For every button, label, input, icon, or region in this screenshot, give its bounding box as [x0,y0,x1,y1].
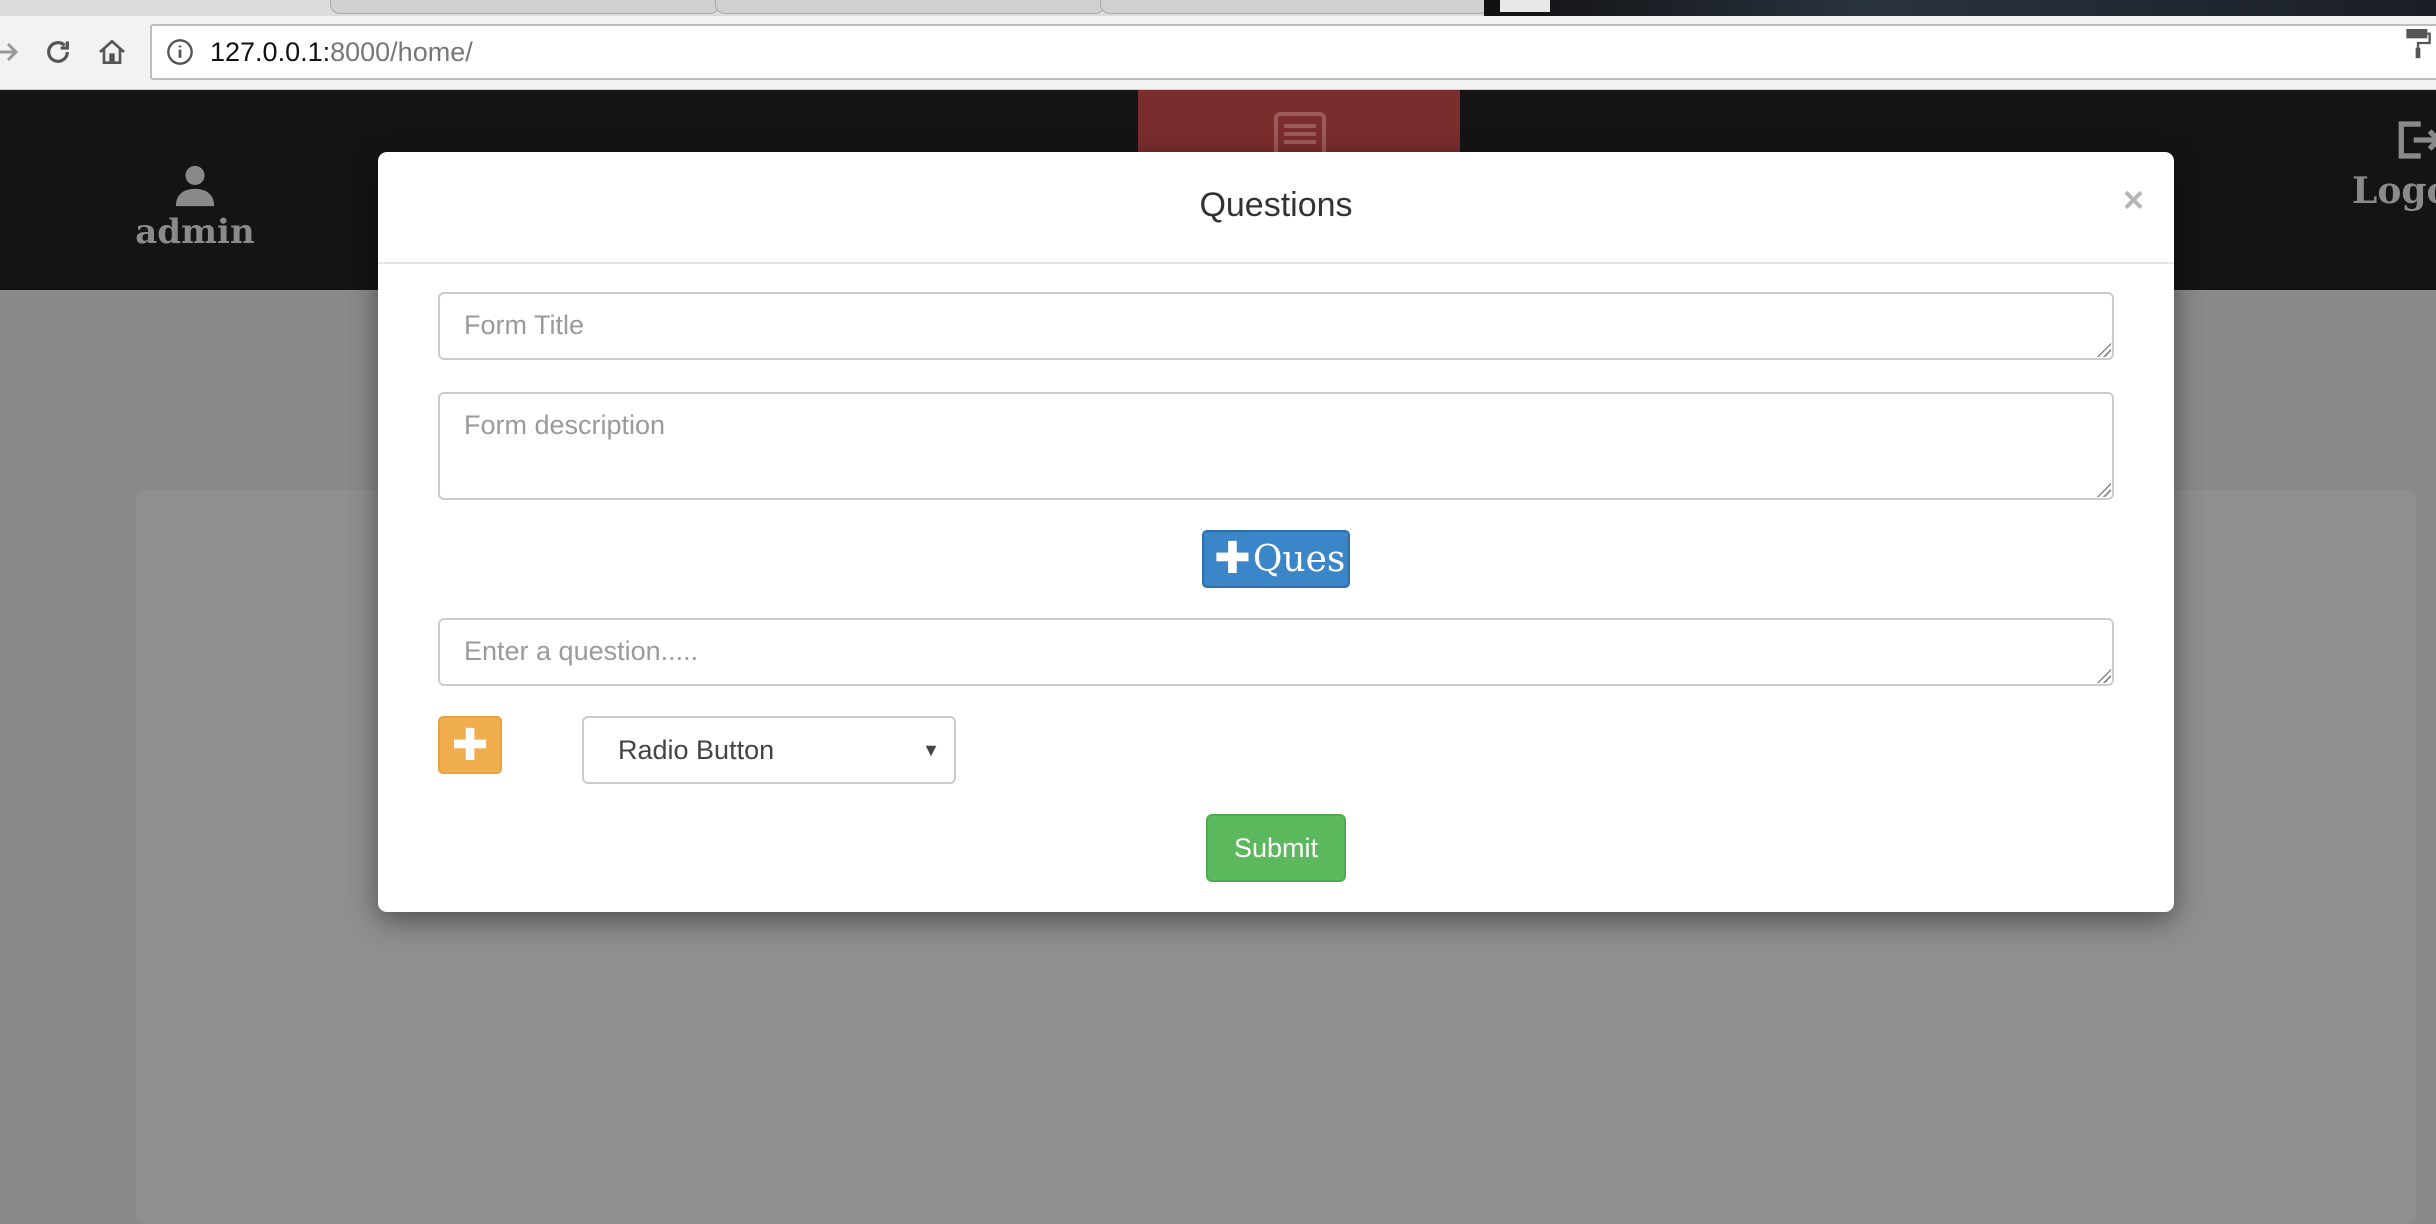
info-icon[interactable] [166,38,194,66]
add-option-button[interactable]: ✚ [438,716,502,774]
form-description-input[interactable] [438,392,2114,500]
browser-toolbar: 127.0.0.1: 8000/home/ [0,16,2436,90]
resize-grip-icon[interactable] [2095,667,2111,683]
forward-button[interactable] [0,30,30,74]
modal-title: Questions [1199,186,1353,224]
form-title-input[interactable] [438,292,2114,360]
submit-button[interactable]: Submit [1206,814,1346,882]
logout-link[interactable]: Logo [2352,120,2436,212]
home-icon [99,39,125,64]
question-field [438,618,2114,686]
modal-header: Questions × [378,152,2174,264]
paint-roller-icon[interactable] [2404,26,2432,60]
browser-tab[interactable] [1100,0,1490,14]
resize-grip-icon[interactable] [2095,341,2111,357]
tabstrip-background [1484,0,2436,16]
question-type-select[interactable]: Radio Button ▼ [582,716,956,784]
close-icon[interactable]: × [2123,182,2144,218]
plus-icon: ✚ [451,719,489,771]
add-question-button[interactable]: ✚ Ques [1202,530,1350,588]
url-path: 8000/home/ [330,36,473,67]
browser-tab[interactable] [330,0,720,14]
resize-grip-icon[interactable] [2095,481,2111,497]
reload-button[interactable] [36,30,80,74]
url-host: 127.0.0.1: [210,36,331,67]
reload-icon [47,41,69,63]
arrow-right-icon [0,42,19,62]
address-bar[interactable]: 127.0.0.1: 8000/home/ [150,24,2436,80]
user-icon [175,165,215,207]
logout-label: Logo [2352,170,2436,212]
question-input[interactable] [438,618,2114,686]
question-type-selected: Radio Button [618,734,775,765]
form-title-field [438,292,2114,360]
browser-tab-active[interactable] [1500,0,1550,12]
browser-tab[interactable] [715,0,1105,14]
home-button[interactable] [90,30,134,74]
questions-modal: Questions × ✚ Ques ✚ Radio Button ▼ Subm… [378,152,2174,912]
chevron-down-icon: ▼ [922,740,940,760]
sign-out-icon [2398,121,2436,159]
plus-icon: ✚ [1214,533,1251,584]
form-description-field [438,392,2114,500]
user-profile[interactable]: admin [130,162,260,252]
list-icon [1274,112,1326,156]
add-question-label: Ques [1252,538,1346,580]
browser-tabstrip [0,0,2436,16]
username: admin [135,212,255,252]
